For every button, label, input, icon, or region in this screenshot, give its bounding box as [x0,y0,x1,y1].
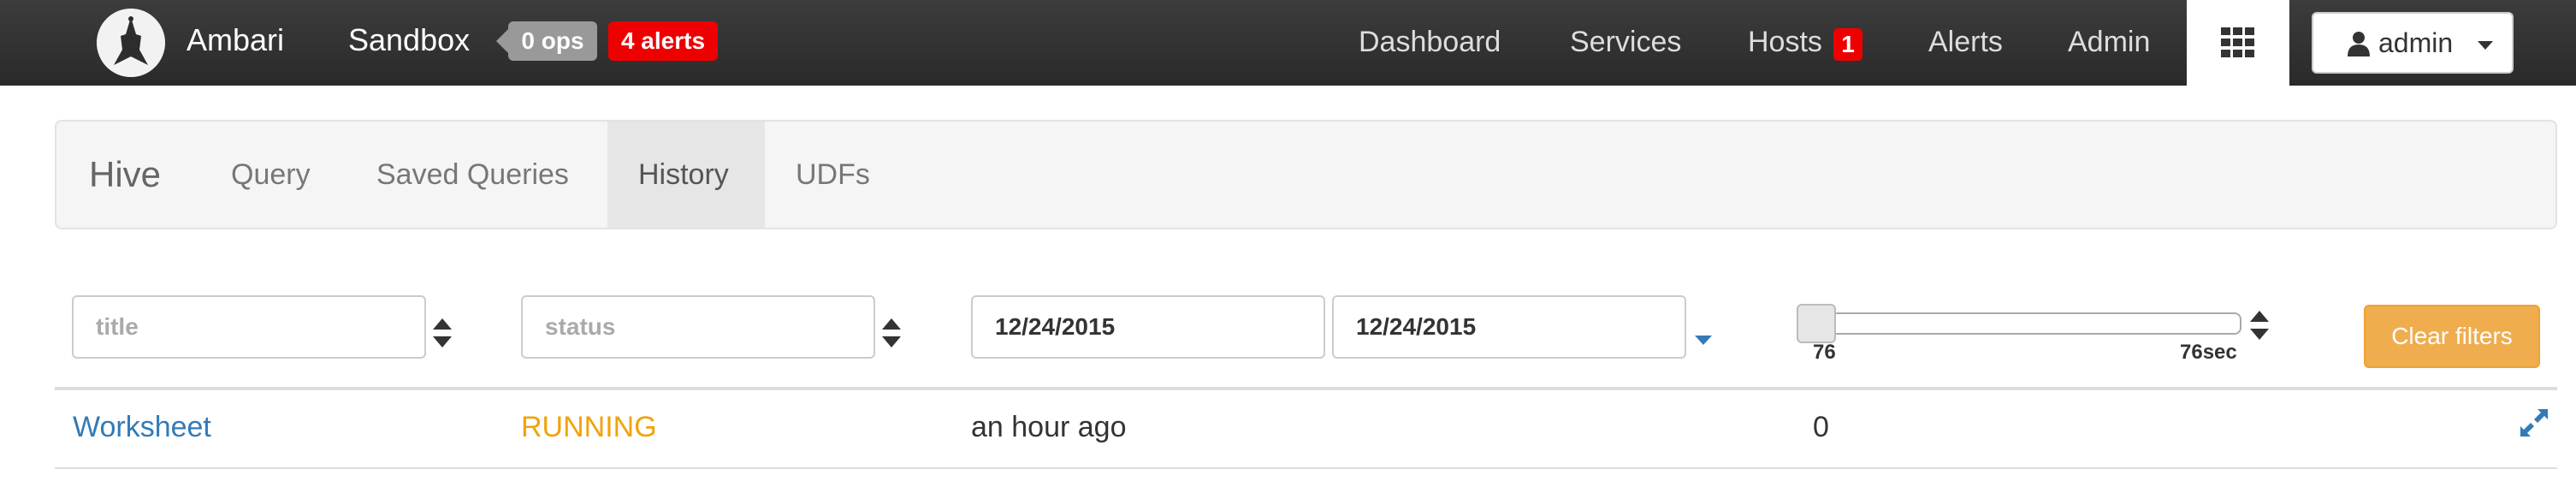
tab-history[interactable]: History [607,122,765,228]
user-menu-button[interactable]: admin [2312,12,2514,74]
sort-icon[interactable] [2250,311,2269,340]
date-cell: an hour ago [971,411,1127,443]
expand-icon[interactable] [2519,407,2549,438]
sort-icon[interactable] [433,318,452,347]
duration-slider-handle[interactable] [1797,304,1836,343]
ambari-logo-icon[interactable] [97,9,165,77]
date-sort-caret-icon[interactable] [1695,336,1712,345]
duration-cell: 0 [1813,411,1829,443]
th-grid-icon [2221,27,2254,57]
view-title[interactable]: Hive [89,154,161,195]
chevron-down-icon [2478,41,2493,50]
alerts-badge[interactable]: 4 alerts [608,21,718,61]
title-filter-input[interactable] [72,295,426,359]
duration-slider-track[interactable] [1817,312,2241,335]
cluster-name[interactable]: Sandbox [348,22,470,58]
ops-badge[interactable]: 0 ops [496,21,597,61]
hive-view-nav: Hive Query Saved Queries History UDFs [55,120,2557,229]
table-row[interactable]: Worksheet RUNNING an hour ago 0 [55,387,2557,469]
sort-icon[interactable] [882,318,901,347]
top-navbar: Ambari Sandbox 0 ops 4 alerts Dashboard … [0,0,2576,86]
nav-dashboard[interactable]: Dashboard [1359,26,1501,59]
status-filter-input[interactable] [521,295,875,359]
query-title-link[interactable]: Worksheet [73,411,211,444]
nav-services[interactable]: Services [1570,26,1681,59]
tab-saved-queries[interactable]: Saved Queries [376,122,633,228]
tab-udfs[interactable]: UDFs [796,122,915,228]
status-cell: RUNNING [521,411,657,443]
nav-alerts[interactable]: Alerts [1928,26,2003,59]
date-to-input[interactable] [1332,295,1686,359]
hosts-alert-badge: 1 [1833,28,1862,61]
user-menu-label: admin [2378,27,2454,58]
brand-name[interactable]: Ambari [187,22,284,58]
views-menu-button[interactable] [2187,0,2289,86]
tab-query[interactable]: Query [231,122,351,228]
date-from-input[interactable] [971,295,1325,359]
user-icon [2348,32,2370,56]
slider-max-label: 76sec [2180,341,2237,364]
nav-admin[interactable]: Admin [2068,26,2150,59]
nav-hosts[interactable]: Hosts [1748,26,1822,59]
slider-min-label: 76 [1813,341,1836,364]
clear-filters-button[interactable]: Clear filters [2364,305,2540,368]
